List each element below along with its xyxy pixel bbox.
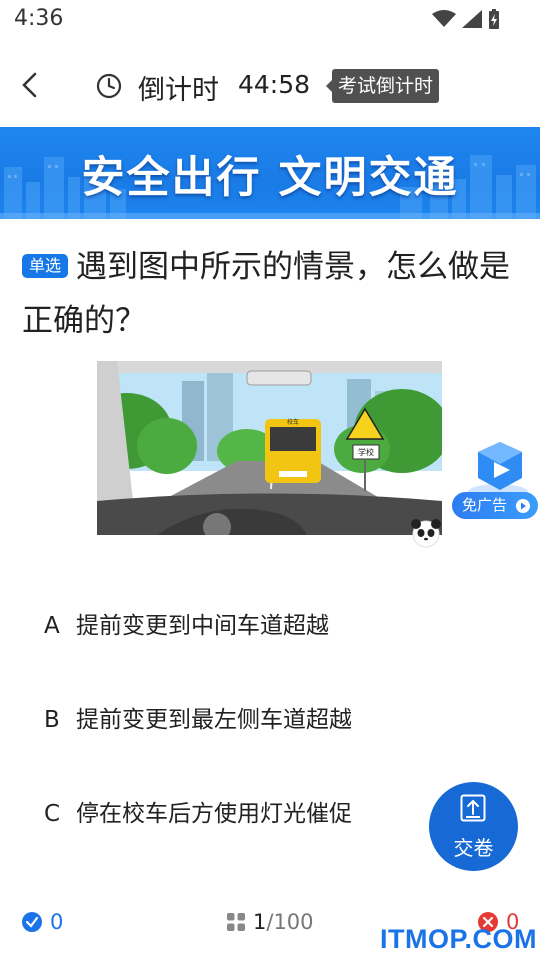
exam-screen: 4:36 倒计时 44:58 考试倒计时 安全出行 文明交通 单选 遇到图中所示…: [0, 0, 540, 960]
correct-counter[interactable]: 0: [22, 910, 63, 934]
option-text: 停在校车后方使用灯光催促: [76, 801, 352, 827]
question-image: 校车 学校: [97, 361, 442, 535]
watermark: ITMOP.COM: [380, 924, 538, 954]
question-text: 遇到图中所示的情景，怎么做是正确的？: [22, 249, 511, 339]
option-text: 提前变更到最左侧车道超越: [76, 707, 352, 733]
remove-ads-text: 免广告: [462, 496, 508, 514]
exam-header: 倒计时 44:58 考试倒计时: [0, 56, 540, 118]
option-a[interactable]: A 提前变更到中间车道超越: [44, 606, 329, 640]
option-letter: A: [44, 613, 60, 639]
current-question-number: 1: [253, 910, 267, 934]
signal-icon: [462, 10, 482, 28]
status-icons: [432, 9, 500, 29]
play-small-icon: [516, 499, 530, 513]
submit-paper-icon: [460, 794, 486, 822]
total-questions: /100: [266, 910, 314, 934]
status-time: 4:36: [14, 6, 64, 31]
option-text: 提前变更到中间车道超越: [76, 613, 329, 639]
submit-exam-button[interactable]: 交卷: [429, 782, 518, 871]
option-letter: B: [44, 707, 60, 733]
banner-title: 安全出行 文明交通: [81, 153, 459, 203]
option-c[interactable]: C 停在校车后方使用灯光催促: [44, 794, 352, 828]
submit-label: 交卷: [453, 836, 494, 860]
battery-icon: [489, 9, 499, 29]
bus-sign-label: 校车: [287, 418, 299, 426]
school-sign-label: 学校: [358, 447, 374, 457]
question-text-block: 单选 遇到图中所示的情景，怎么做是正确的？: [22, 240, 522, 348]
question-type-badge: 单选: [22, 254, 69, 278]
correct-count: 0: [50, 910, 64, 934]
wifi-icon: [432, 10, 456, 27]
safety-banner: 安全出行 文明交通: [0, 127, 540, 219]
back-button[interactable]: [14, 68, 48, 102]
countdown-value: 44:58: [238, 70, 311, 99]
remove-ads-label[interactable]: 免广告: [452, 492, 538, 519]
question-progress[interactable]: 1/100: [226, 910, 314, 934]
chevron-left-icon: [22, 72, 37, 98]
panda-icon: [411, 519, 441, 548]
status-bar: 4:36: [0, 0, 540, 40]
option-letter: C: [44, 801, 61, 827]
countdown-tooltip: 考试倒计时: [325, 69, 440, 103]
countdown-label: 倒计时: [138, 75, 219, 106]
clock-icon: [96, 73, 122, 99]
check-circle-icon: [22, 912, 42, 932]
option-b[interactable]: B 提前变更到最左侧车道超越: [44, 700, 352, 734]
grid-icon: [227, 913, 245, 931]
